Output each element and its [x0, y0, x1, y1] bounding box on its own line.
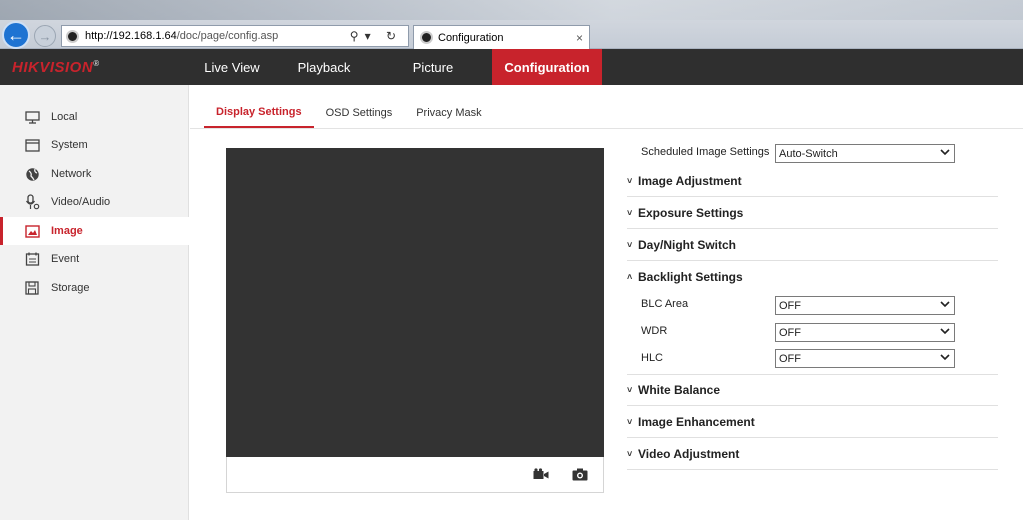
window-icon — [24, 138, 40, 152]
hlc-label: HLC — [641, 352, 664, 364]
wdr-label: WDR — [641, 325, 668, 337]
arrow-right-icon: → — [38, 28, 52, 44]
sidebar-item-storage[interactable]: Storage — [0, 274, 189, 302]
section-title: Exposure Settings — [638, 205, 744, 220]
section-white-balance[interactable]: ˅ White Balance — [627, 374, 998, 406]
section-backlight-settings[interactable]: ˄ Backlight Settings — [627, 261, 998, 293]
microphone-icon — [24, 194, 40, 210]
sidebar-item-label: Image — [51, 225, 83, 237]
tab-favicon-icon — [420, 31, 433, 44]
hlc-value: OFF — [779, 352, 801, 365]
tab-privacy-mask[interactable]: Privacy Mask — [404, 98, 493, 128]
camera-icon[interactable] — [571, 466, 589, 482]
section-exposure-settings[interactable]: ˅ Exposure Settings — [627, 197, 998, 229]
close-tab-icon[interactable]: × — [576, 31, 583, 45]
logo-text: HIKVISION — [12, 59, 94, 76]
browser-tab-configuration[interactable]: Configuration × — [413, 25, 590, 49]
chevron-down-icon: ˅ — [627, 239, 633, 250]
wdr-select[interactable]: OFF — [775, 323, 955, 342]
globe-icon — [24, 167, 40, 181]
section-title: Video Adjustment — [638, 446, 740, 461]
logo-registered: ® — [93, 59, 100, 68]
nav-playback[interactable]: Playback — [274, 49, 374, 85]
main-nav: Live View Playback Picture Configuration — [190, 49, 602, 85]
sidebar-item-image[interactable]: Image — [0, 217, 189, 245]
chevron-down-icon — [940, 149, 950, 156]
tab-title: Configuration — [438, 31, 504, 44]
url-host: http://192.168.1.64 — [85, 30, 177, 42]
section-title: White Balance — [638, 382, 721, 397]
image-icon — [24, 224, 40, 238]
url-path: /doc/page/config.asp — [176, 30, 279, 42]
chevron-down-icon: ˅ — [627, 384, 633, 395]
sidebar-item-network[interactable]: Network — [0, 160, 189, 188]
search-refresh-icon[interactable]: ⚲▾ ↻ — [350, 29, 402, 43]
hikvision-logo: HIKVISION® — [12, 59, 100, 76]
section-title: Backlight Settings — [638, 270, 743, 284]
site-favicon-icon — [66, 29, 79, 43]
nav-picture[interactable]: Picture — [374, 49, 492, 85]
blc-area-select[interactable]: OFF — [775, 296, 955, 315]
video-toolbar — [226, 457, 604, 493]
blc-area-label: BLC Area — [641, 298, 689, 310]
video-preview — [226, 148, 604, 457]
forward-button[interactable]: → — [34, 25, 56, 47]
display-subtabs: Display Settings OSD Settings Privacy Ma… — [190, 98, 494, 128]
section-title: Image Adjustment — [638, 173, 742, 188]
section-title: Image Enhancement — [638, 414, 755, 429]
sidebar: Local System Network Video/Audio Image E… — [0, 85, 189, 520]
floppy-disk-icon — [24, 281, 40, 295]
tab-display-settings[interactable]: Display Settings — [204, 98, 314, 128]
chevron-down-icon: ˅ — [627, 207, 633, 218]
sidebar-item-label: Storage — [51, 282, 90, 294]
back-button[interactable]: ← — [2, 21, 30, 49]
scheduled-image-settings-value: Auto-Switch — [779, 147, 838, 160]
chevron-down-icon: ˅ — [627, 448, 633, 459]
blc-area-value: OFF — [779, 299, 801, 312]
address-bar[interactable]: http://192.168.1.64/doc/page/config.asp … — [61, 25, 409, 47]
chevron-down-icon: ˅ — [627, 175, 633, 186]
calendar-icon — [24, 252, 40, 266]
sidebar-item-label: Local — [51, 111, 78, 123]
sidebar-item-local[interactable]: Local — [0, 103, 189, 131]
browser-toolbar: ← → http://192.168.1.64/doc/page/config.… — [0, 0, 1023, 49]
section-video-adjustment[interactable]: ˅ Video Adjustment — [627, 438, 998, 470]
section-day-night-switch[interactable]: ˅ Day/Night Switch — [627, 229, 998, 261]
sidebar-item-event[interactable]: Event — [0, 245, 189, 273]
video-camera-icon[interactable] — [532, 466, 550, 482]
sidebar-item-label: Event — [51, 253, 80, 265]
chevron-up-icon: ˄ — [627, 272, 633, 282]
app-header: HIKVISION® Live View Playback Picture Co… — [0, 49, 1023, 85]
monitor-icon — [24, 110, 40, 124]
sidebar-item-label: Video/Audio — [51, 196, 111, 208]
section-image-adjustment[interactable]: ˅ Image Adjustment — [627, 165, 998, 197]
scheduled-image-settings-label: Scheduled Image Settings — [641, 146, 770, 158]
tab-osd-settings[interactable]: OSD Settings — [314, 98, 405, 128]
nav-configuration[interactable]: Configuration — [492, 49, 602, 85]
chevron-down-icon — [940, 328, 950, 335]
wdr-value: OFF — [779, 326, 801, 339]
scheduled-image-settings-select[interactable]: Auto-Switch — [775, 144, 955, 163]
nav-live-view[interactable]: Live View — [190, 49, 274, 85]
section-title: Day/Night Switch — [638, 237, 737, 252]
hlc-select[interactable]: OFF — [775, 349, 955, 368]
subtabs-divider — [190, 128, 1023, 129]
section-image-enhancement[interactable]: ˅ Image Enhancement — [627, 406, 998, 438]
sidebar-item-video-audio[interactable]: Video/Audio — [0, 188, 189, 216]
arrow-left-icon: ← — [7, 24, 25, 45]
chevron-down-icon — [940, 301, 950, 308]
sidebar-item-label: Network — [51, 168, 92, 180]
browser-backdrop — [0, 0, 1023, 20]
sidebar-item-system[interactable]: System — [0, 131, 189, 159]
chevron-down-icon — [940, 354, 950, 361]
chevron-down-icon: ˅ — [627, 416, 633, 427]
sidebar-item-label: System — [51, 139, 88, 151]
